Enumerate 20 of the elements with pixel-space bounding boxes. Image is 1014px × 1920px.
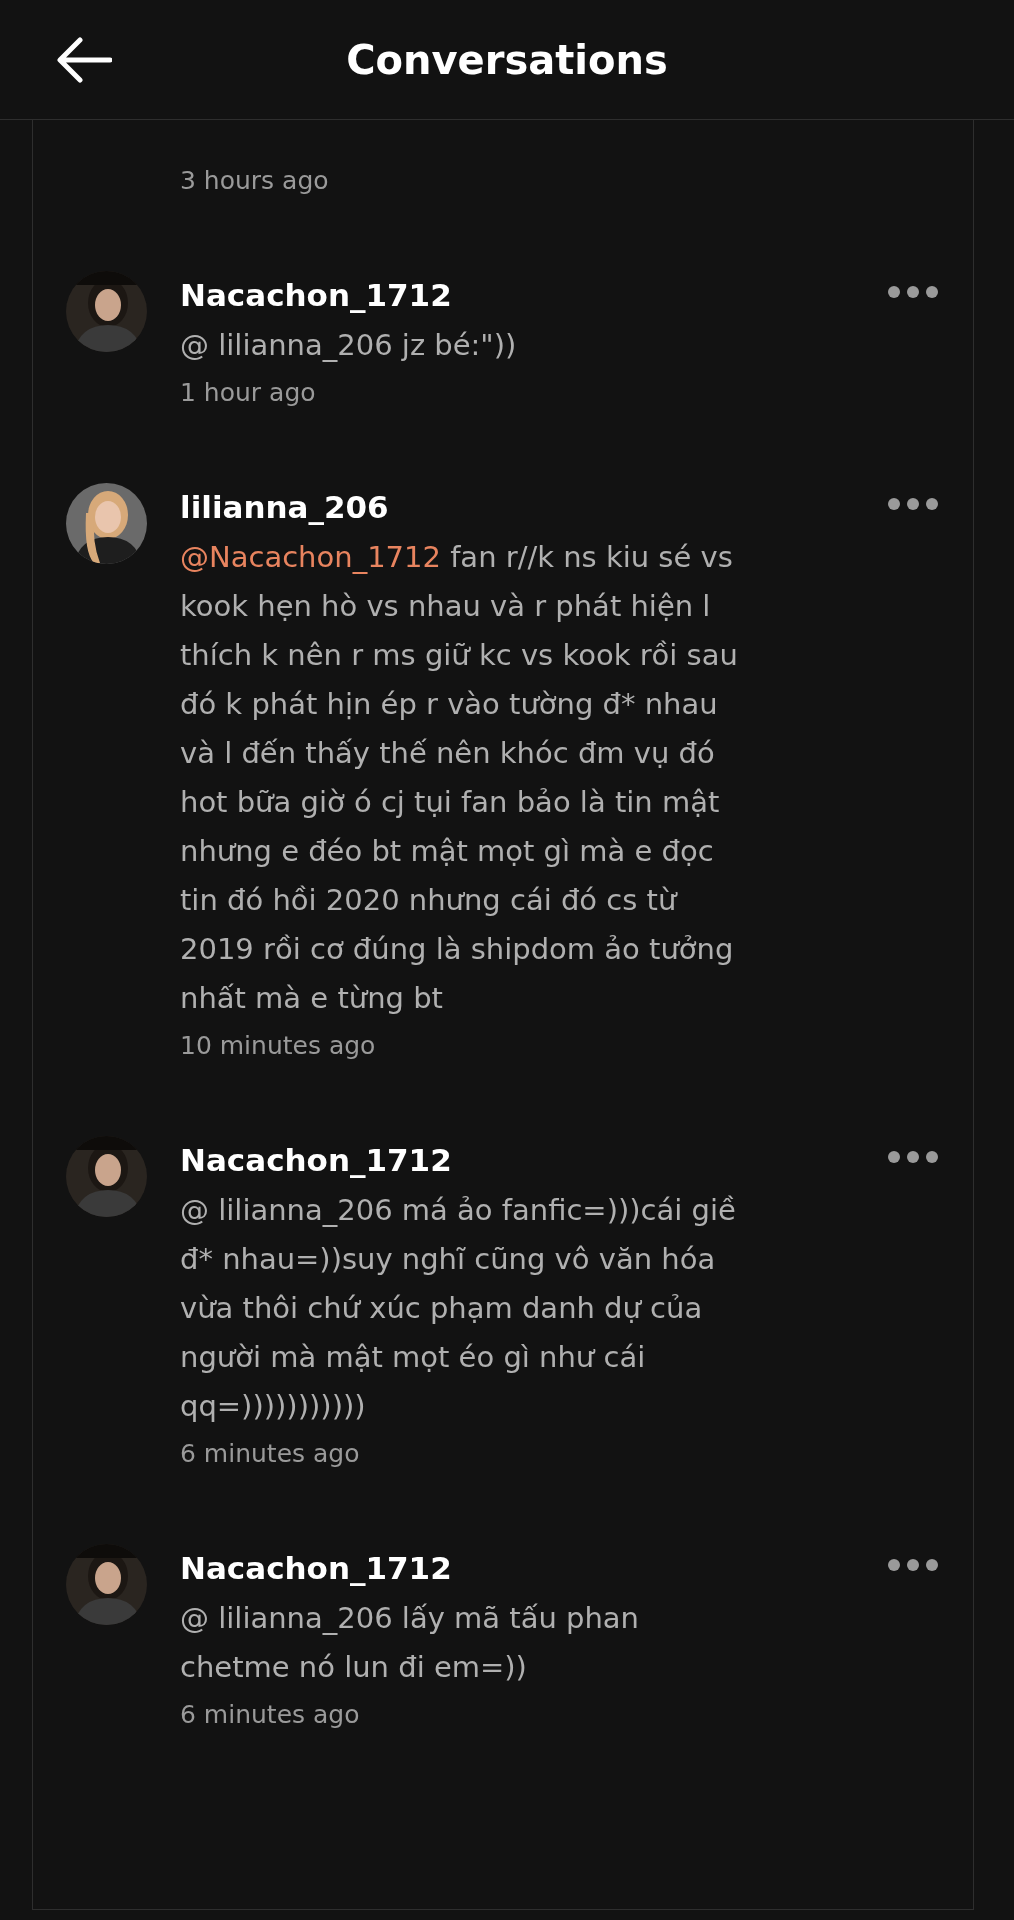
timestamp: 3 hours ago [180,166,330,195]
timestamp: 1 hour ago [180,378,317,407]
timestamp: 6 minutes ago [180,1439,361,1468]
comment-text: @Nacachon_1712 fan r//k ns kiu sé vs kook hẹn hò vs nhau và r phát hiện l thích k nên r ms giữ kc vs kook rồi sau đó k phát hịn ép r vào tường đ* nhau và l đến thấy thế nên khóc đm vụ đó hot bữa giờ ó cj tụi fan bảo là tin mật nhưng e đéo bt mật mọt gì mà e đọc tin đó hồi 2020 nhưng cái đó cs từ 2019 rồi cơ đúng là shipdom ảo tưởng nhất mà e từng bt [180,539,739,1017]
username[interactable]: Nacachon_1712 [180,277,452,313]
comment-text: @ lilianna_206 jz bé:")) [180,327,518,364]
comment-text: @ lilianna_206 má ảo fanfic=)))cái giề đ* nhau=))suy nghĩ cũng vô văn hóa vừa thôi chứ xúc phạm danh dự của người mà mật mọt éo gì như cái qq=))))))))))) [180,1192,737,1425]
page-title: Conversations [346,36,668,83]
username[interactable]: lilianna_206 [180,489,389,525]
more-icon [887,285,939,299]
more-icon [887,497,939,511]
mention-link[interactable]: @Nacachon_1712 [180,540,441,574]
more-icon [887,1558,939,1572]
timestamp: 10 minutes ago [180,1031,377,1060]
username[interactable]: Nacachon_1712 [180,1550,452,1586]
back-arrow-icon [56,37,112,83]
timestamp: 6 minutes ago [180,1700,361,1729]
comment-text: @ lilianna_206 lấy mã tấu phan chetme nó lun đi em=)) [180,1600,640,1686]
username[interactable]: Nacachon_1712 [180,1142,452,1178]
more-icon [887,1150,939,1164]
